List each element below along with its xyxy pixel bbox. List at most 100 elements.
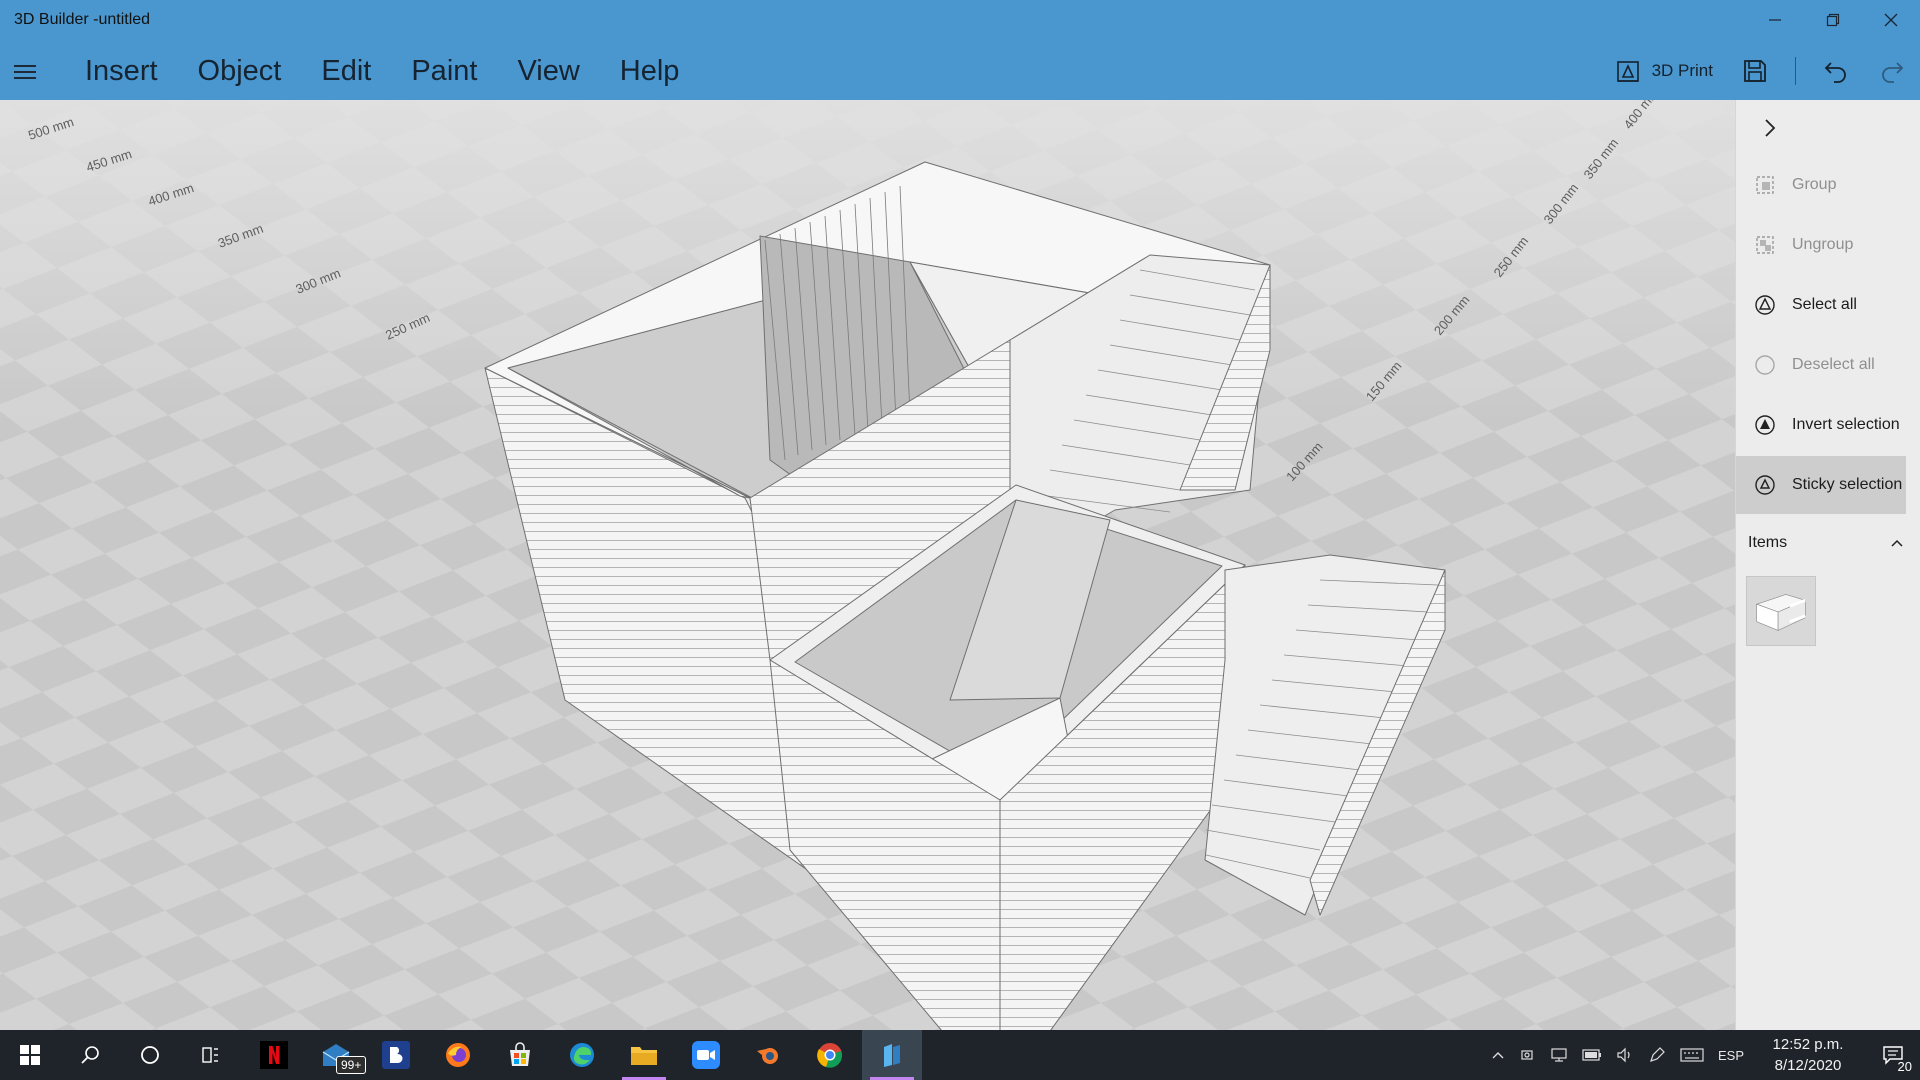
save-icon	[1744, 60, 1766, 82]
invert-selection-icon	[1755, 415, 1775, 435]
select-all-button[interactable]: Select all	[1736, 276, 1906, 334]
mail-app[interactable]: 99+	[306, 1030, 367, 1080]
redo-icon	[1882, 62, 1904, 83]
zoom-app[interactable]	[676, 1030, 736, 1080]
items-section-header[interactable]: Items	[1736, 528, 1920, 558]
chevron-right-icon	[1765, 119, 1776, 137]
minimize-icon	[1769, 19, 1781, 21]
edge-icon	[570, 1043, 594, 1067]
minimize-button[interactable]	[1746, 0, 1804, 40]
start-button[interactable]	[0, 1030, 60, 1080]
invert-selection-button[interactable]: Invert selection	[1736, 396, 1906, 454]
chevron-up-icon[interactable]	[1889, 535, 1905, 551]
undo-button[interactable]	[1808, 50, 1864, 92]
chevron-up-icon[interactable]	[1490, 1047, 1506, 1063]
webcam-icon[interactable]	[1520, 1047, 1536, 1063]
3d-builder-app[interactable]	[862, 1030, 922, 1080]
group-label: Group	[1792, 176, 1837, 193]
booking-app[interactable]	[366, 1030, 426, 1080]
items-header-label: Items	[1748, 534, 1788, 551]
store-icon	[510, 1042, 530, 1066]
ungroup-icon	[1756, 236, 1774, 254]
select-all-icon	[1755, 295, 1775, 315]
3d-builder-icon	[884, 1044, 900, 1067]
collapse-panel-button[interactable]	[1756, 114, 1784, 142]
blender-icon	[757, 1048, 778, 1064]
store-app[interactable]	[490, 1030, 550, 1080]
menu-view[interactable]: View	[502, 50, 604, 92]
menu-insert[interactable]: Insert	[70, 50, 183, 92]
volume-icon[interactable]	[1616, 1047, 1634, 1063]
clock-time: 12:52 p.m.	[1772, 1036, 1844, 1053]
booking-icon	[382, 1041, 410, 1069]
clock[interactable]: 12:52 p.m. 8/12/2020	[1770, 1034, 1846, 1076]
ungroup-button[interactable]: Ungroup	[1736, 216, 1906, 274]
keyboard-icon[interactable]	[1680, 1047, 1704, 1063]
hamburger-icon	[14, 65, 36, 67]
menu-edit[interactable]: Edit	[306, 50, 396, 92]
undo-icon	[1824, 62, 1846, 83]
cortana-button[interactable]	[120, 1030, 180, 1080]
3d-print-label: 3D Print	[1651, 61, 1713, 80]
firefox-app[interactable]	[428, 1030, 488, 1080]
battery-icon[interactable]	[1582, 1049, 1602, 1061]
hamburger-menu-button[interactable]	[14, 58, 42, 86]
3d-print-button[interactable]: 3D Print	[1600, 50, 1727, 92]
cortana-icon	[141, 1046, 159, 1064]
clock-date: 8/12/2020	[1774, 1057, 1842, 1074]
menu-object[interactable]: Object	[183, 50, 307, 92]
netflix-icon	[260, 1041, 288, 1069]
action-center-button[interactable]: 20	[1866, 1030, 1920, 1080]
sticky-selection-button[interactable]: Sticky selection	[1736, 456, 1906, 514]
model-thumbnail-icon	[1755, 594, 1807, 631]
close-icon	[1884, 13, 1898, 27]
blender-app[interactable]	[738, 1030, 798, 1080]
deselect-all-button[interactable]: Deselect all	[1736, 336, 1906, 394]
input-language[interactable]: ESP	[1718, 1048, 1744, 1063]
selection-panel: Group Ungroup Select all Deselect all In…	[1735, 100, 1920, 1030]
hamburger-line	[14, 77, 36, 79]
system-tray: ESP	[1490, 1030, 1744, 1080]
item-thumbnail[interactable]	[1746, 576, 1816, 646]
group-icon	[1756, 176, 1774, 194]
firefox-icon	[446, 1043, 470, 1067]
menu-paint[interactable]: Paint	[396, 50, 502, 92]
menu-help[interactable]: Help	[605, 50, 705, 92]
task-view-button[interactable]	[180, 1030, 240, 1080]
3d-builder-window: 3D Builder -untitled Insert Object Edit …	[0, 0, 1920, 1080]
file-explorer-app[interactable]	[614, 1030, 674, 1080]
pen-icon[interactable]	[1648, 1046, 1666, 1064]
task-view-icon	[202, 1047, 218, 1063]
toolbar-separator	[1795, 57, 1796, 85]
deselect-all-icon	[1755, 355, 1775, 375]
select-all-label: Select all	[1792, 296, 1857, 313]
title-and-menu-bar: 3D Builder -untitled Insert Object Edit …	[0, 0, 1920, 100]
deselect-all-label: Deselect all	[1792, 356, 1875, 373]
search-button[interactable]	[60, 1030, 120, 1080]
3d-viewport[interactable]: 500 mm 450 mm 400 mm 350 mm 300 mm 250 m…	[0, 100, 1735, 1030]
hamburger-line	[14, 71, 36, 73]
edge-app[interactable]	[552, 1030, 612, 1080]
zoom-icon	[692, 1041, 720, 1069]
3d-print-icon	[1616, 61, 1639, 82]
sticky-selection-icon	[1755, 475, 1775, 495]
close-button[interactable]	[1862, 0, 1920, 40]
redo-button[interactable]	[1864, 50, 1920, 92]
notification-count: 20	[1897, 1059, 1912, 1074]
group-button[interactable]: Group	[1736, 156, 1906, 214]
netflix-app[interactable]	[244, 1030, 304, 1080]
restore-icon	[1826, 13, 1840, 27]
main-menu: Insert Object Edit Paint View Help	[70, 50, 704, 92]
windows-logo-icon	[20, 1045, 40, 1065]
folder-icon	[631, 1047, 657, 1065]
mail-badge: 99+	[336, 1056, 367, 1074]
scene-canvas[interactable]: 500 mm 450 mm 400 mm 350 mm 300 mm 250 m…	[0, 100, 1735, 1030]
chrome-icon	[817, 1043, 842, 1068]
restore-button[interactable]	[1804, 0, 1862, 40]
save-button[interactable]	[1727, 50, 1783, 92]
chrome-app[interactable]	[800, 1030, 860, 1080]
ungroup-label: Ungroup	[1792, 236, 1854, 253]
toolbar-actions: 3D Print	[1600, 50, 1920, 92]
sticky-selection-label: Sticky selection	[1792, 476, 1903, 493]
network-icon[interactable]	[1550, 1047, 1568, 1063]
